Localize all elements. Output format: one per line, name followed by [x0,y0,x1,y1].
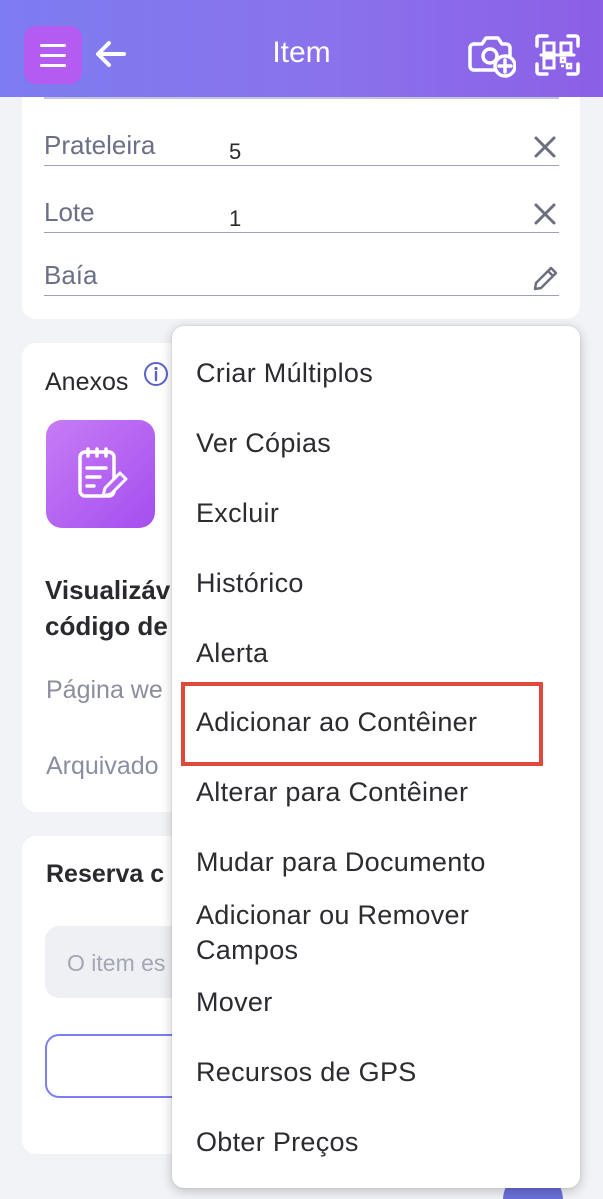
menu-item-mudar-para-documento[interactable]: Mudar para Documento [196,845,486,880]
field-label: Lote [44,197,95,227]
field-divider [44,97,559,99]
menu-item-obter-precos[interactable]: Obter Preços [196,1125,359,1160]
close-icon[interactable] [531,200,559,228]
menu-item-excluir[interactable]: Excluir [196,496,279,531]
qr-scan-icon[interactable] [535,34,580,76]
menu-item-adicionar-ou-remover-campos[interactable]: Adicionar ou Remover Campos [196,898,526,968]
web-page-option[interactable]: Página we [46,676,176,705]
info-icon[interactable] [143,361,169,387]
menu-item-mover[interactable]: Mover [196,985,273,1020]
menu-item-historico[interactable]: Histórico [196,566,304,601]
app-header: Item [0,0,603,97]
field-value[interactable]: 1 [229,206,241,232]
field-label: Prateleira [44,130,156,160]
baia-field[interactable]: Baía [44,256,559,296]
note-edit-icon [78,447,128,498]
add-photo-camera-icon[interactable] [468,32,517,78]
label-line-1: Visualizáv [45,575,171,605]
attachments-title: Anexos [45,368,129,396]
close-icon[interactable] [531,133,559,161]
lote-field[interactable]: Lote 1 [44,193,559,233]
visible-by-code-label: Visualizáv código de [45,572,175,644]
field-label: Baía [44,260,98,290]
pencil-icon[interactable] [531,263,559,291]
field-value[interactable]: 5 [229,139,241,165]
menu-item-criar-multiplos[interactable]: Criar Múltiplos [196,356,373,391]
menu-item-ver-copias[interactable]: Ver Cópias [196,426,331,461]
reservation-title: Reserva c [46,860,165,888]
menu-item-recursos-de-gps[interactable]: Recursos de GPS [196,1055,417,1090]
label-line-2: código de [45,611,168,641]
menu-item-alterar-para-conteiner[interactable]: Alterar para Contêiner [196,775,468,810]
archived-option[interactable]: Arquivado [46,752,176,781]
highlight-box [181,682,543,766]
prateleira-field[interactable]: Prateleira 5 [44,126,559,166]
add-note-button[interactable] [46,420,155,528]
menu-item-alerta[interactable]: Alerta [196,636,268,671]
reservation-placeholder: O item es [67,950,166,976]
